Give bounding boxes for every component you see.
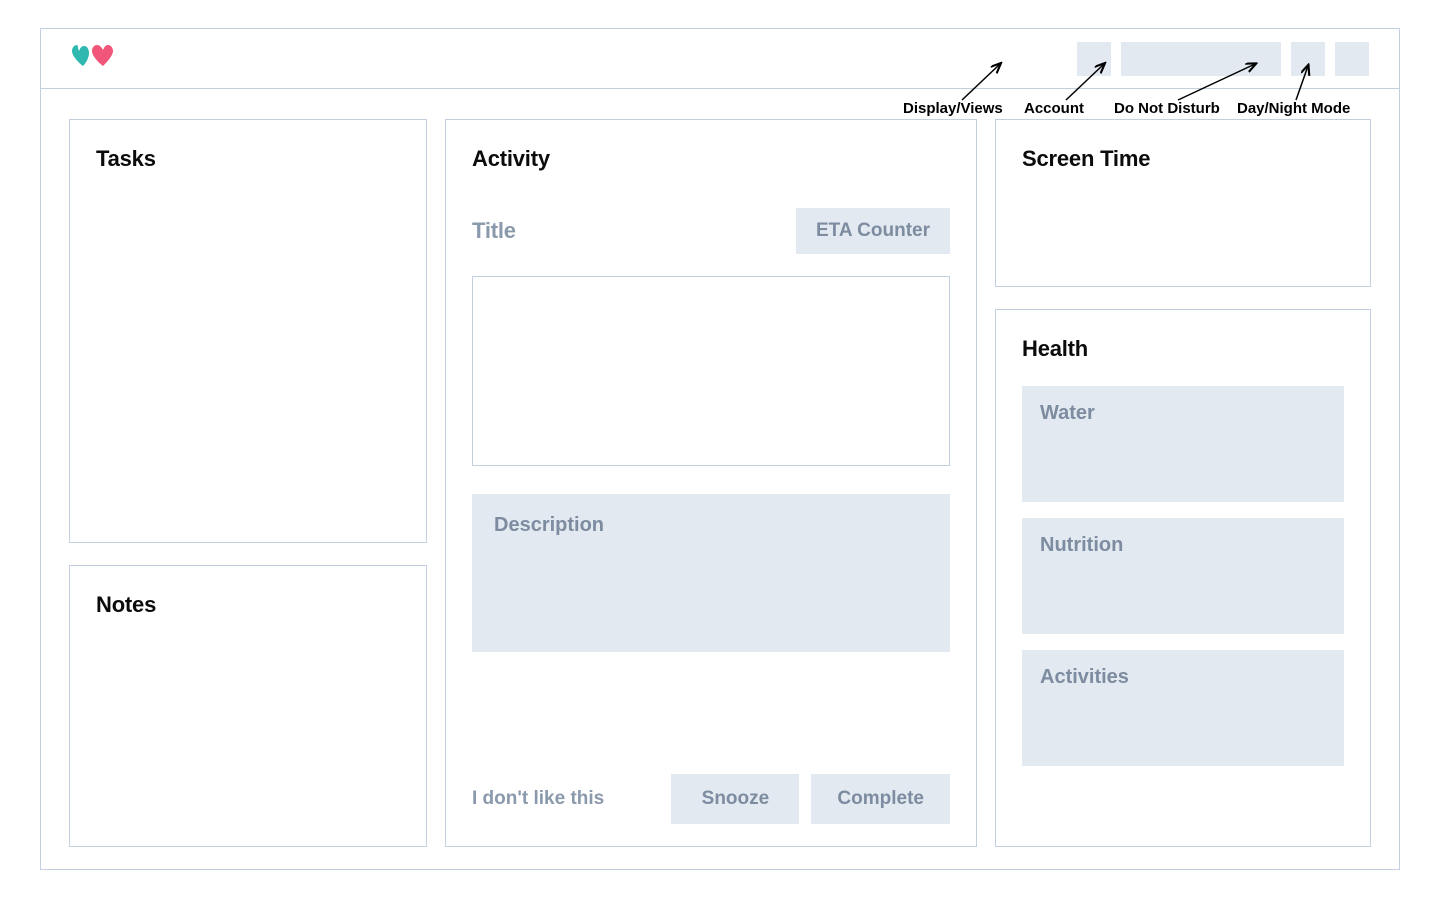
- do-not-disturb-button[interactable]: [1291, 42, 1325, 76]
- left-column: Tasks Notes: [69, 119, 427, 847]
- header-bar: [41, 29, 1399, 89]
- activity-title-input[interactable]: [472, 276, 950, 466]
- health-title: Health: [1022, 336, 1344, 362]
- tasks-title: Tasks: [96, 146, 400, 172]
- activity-header-row: Title ETA Counter: [472, 208, 950, 254]
- right-column: Screen Time Health Water Nutrition Activ…: [995, 119, 1371, 847]
- notes-title: Notes: [96, 592, 400, 618]
- tasks-panel: Tasks: [69, 119, 427, 543]
- day-night-mode-button[interactable]: [1335, 42, 1369, 76]
- activity-footer: I don't like this Snooze Complete: [472, 746, 950, 824]
- health-nutrition-section[interactable]: Nutrition: [1022, 518, 1344, 634]
- center-column: Activity Title ETA Counter Description I…: [445, 119, 977, 847]
- health-activities-label: Activities: [1040, 666, 1129, 688]
- health-water-label: Water: [1040, 402, 1095, 424]
- screen-time-title: Screen Time: [1022, 146, 1344, 172]
- activity-description-label: Description: [494, 514, 604, 536]
- health-panel: Health Water Nutrition Activities: [995, 309, 1371, 847]
- header-controls: [1077, 42, 1369, 76]
- health-water-section[interactable]: Water: [1022, 386, 1344, 502]
- app-frame: Tasks Notes Activity Title ETA Counter D…: [40, 28, 1400, 870]
- activity-title: Activity: [472, 146, 950, 172]
- activity-panel: Activity Title ETA Counter Description I…: [445, 119, 977, 847]
- activity-description-box[interactable]: Description: [472, 494, 950, 652]
- complete-button[interactable]: Complete: [811, 774, 950, 824]
- activity-dislike-link[interactable]: I don't like this: [472, 788, 604, 810]
- app-logo-icon: [71, 41, 115, 76]
- health-activities-section[interactable]: Activities: [1022, 650, 1344, 766]
- eta-counter: ETA Counter: [796, 208, 950, 254]
- screen-time-panel: Screen Time: [995, 119, 1371, 287]
- snooze-button[interactable]: Snooze: [671, 774, 799, 824]
- main-area: Tasks Notes Activity Title ETA Counter D…: [41, 89, 1399, 869]
- account-button[interactable]: [1121, 42, 1281, 76]
- activity-title-label: Title: [472, 218, 516, 244]
- activity-buttons: Snooze Complete: [671, 774, 950, 824]
- notes-panel: Notes: [69, 565, 427, 847]
- health-nutrition-label: Nutrition: [1040, 534, 1123, 556]
- display-views-button[interactable]: [1077, 42, 1111, 76]
